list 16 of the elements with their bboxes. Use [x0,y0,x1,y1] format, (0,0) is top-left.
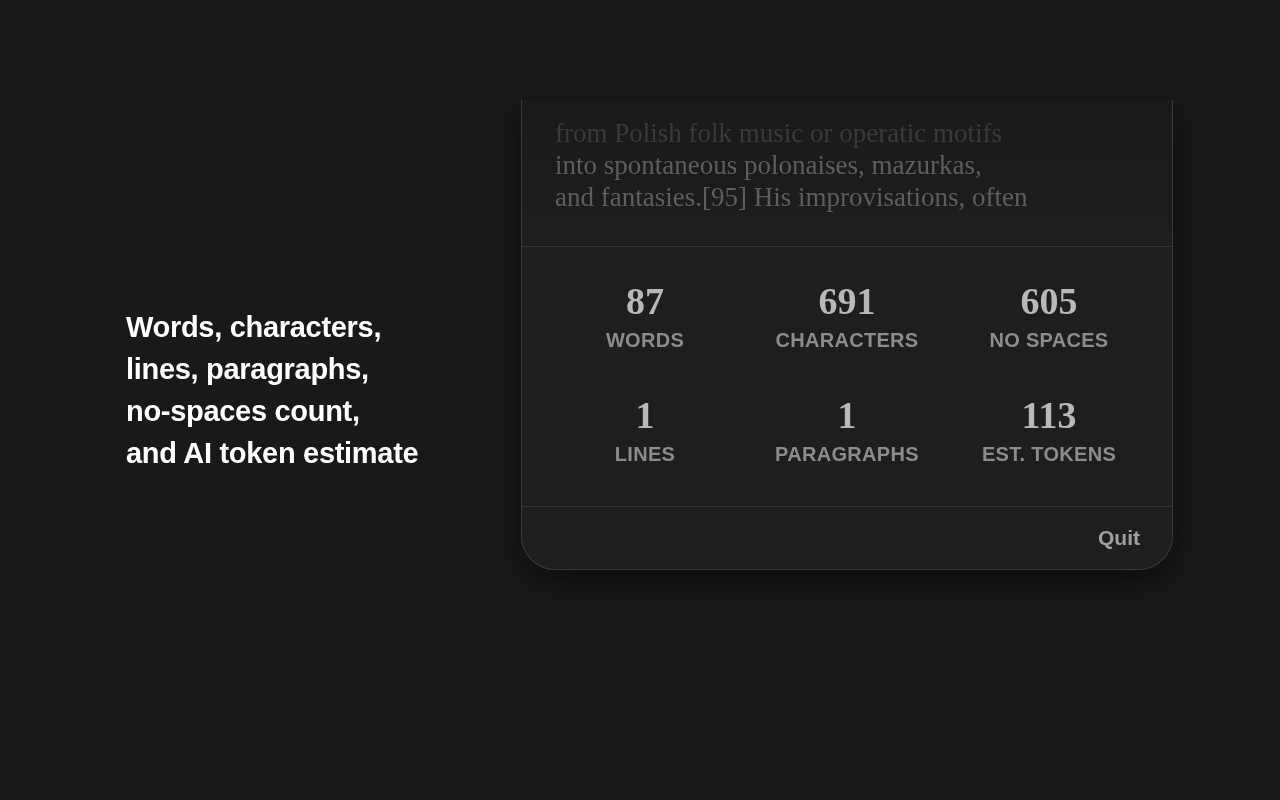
preview-line: into spontaneous polonaises, mazurkas, [555,149,983,181]
headline-text: Words, characters, lines, paragraphs, no-spaces count, and AI token estimate [126,310,420,471]
stat-value: 605 [1020,279,1078,323]
stat-value: 691 [818,279,876,323]
stat-label: WORDS [605,328,685,353]
stat-value: 1 [837,392,857,437]
stat-label: PARAGRAPHS [775,441,919,467]
quit-button[interactable]: Quit [1098,522,1140,554]
preview-line: and fantasies.[95] His improvisations, often [555,181,1029,213]
stat-label: CHARACTERS [775,328,919,353]
stat-value: 1 [635,392,655,437]
stat-value: 113 [1021,392,1077,437]
stat-label: EST. TOKENS [981,441,1117,467]
stat-value: 87 [626,279,664,323]
stat-label: NO SPACES [989,328,1109,353]
stat-label: LINES [614,441,676,467]
